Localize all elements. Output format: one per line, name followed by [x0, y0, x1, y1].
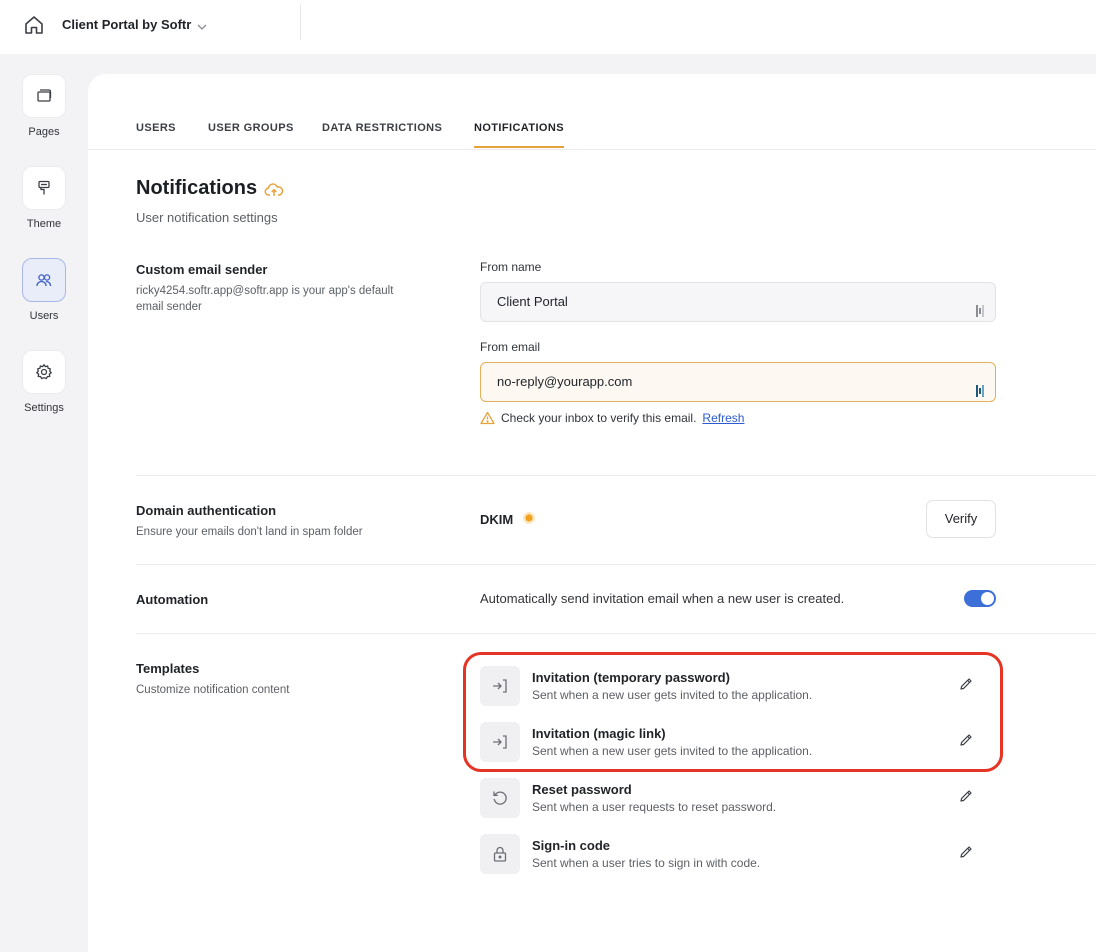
verify-hint: Check your inbox to verify this email. R… [480, 411, 744, 425]
page-title: Notifications [136, 177, 258, 199]
lock-icon [480, 834, 520, 874]
chevron-down-icon[interactable] [196, 20, 208, 32]
rail-item-theme[interactable]: Theme [22, 166, 66, 230]
template-item[interactable]: Reset password Sent when a user requests… [480, 778, 1000, 822]
from-name-value: Client Portal [497, 294, 568, 309]
tab-notifications[interactable]: NOTIFICATIONS [474, 122, 564, 148]
tab-users[interactable]: USERS [136, 122, 176, 148]
warning-icon [480, 411, 495, 425]
rail-label-users: Users [29, 310, 59, 322]
rail-label-pages: Pages [28, 126, 60, 138]
from-name-label: From name [480, 260, 542, 274]
pencil-icon[interactable] [958, 788, 974, 804]
home-icon[interactable] [23, 14, 45, 36]
settings-button[interactable] [22, 350, 66, 394]
domain-auth-title: Domain authentication [136, 503, 277, 518]
pages-icon [37, 89, 52, 102]
top-bar: Client Portal by Softr [0, 0, 1096, 54]
template-title: Sign-in code [532, 838, 610, 853]
reset-icon [480, 778, 520, 818]
divider [136, 564, 1096, 565]
templates-desc: Customize notification content [136, 684, 290, 696]
rail-label-settings: Settings [24, 402, 64, 414]
app-name[interactable]: Client Portal by Softr [62, 17, 191, 32]
from-email-label: From email [480, 340, 541, 354]
password-manager-icon[interactable] [975, 295, 989, 317]
users-icon [36, 274, 52, 287]
automation-text: Automatically send invitation email when… [480, 591, 845, 606]
rail-label-theme: Theme [26, 218, 62, 230]
from-email-value: no-reply@yourapp.com [497, 374, 633, 389]
rail-item-users[interactable]: Users [22, 258, 66, 322]
dkim-status-icon [522, 511, 536, 525]
cloud-upload-icon [264, 180, 284, 200]
password-manager-icon[interactable] [975, 375, 989, 397]
tabs-divider [88, 149, 1096, 150]
paint-roller-icon [38, 180, 50, 195]
tab-user-groups[interactable]: USER GROUPS [208, 122, 294, 148]
main-panel: USERS USER GROUPS DATA RESTRICTIONS NOTI… [88, 74, 1096, 952]
dkim-label: DKIM [480, 512, 514, 527]
toggle-knob [981, 592, 994, 605]
rail-item-pages[interactable]: Pages [22, 74, 66, 138]
divider [136, 633, 1096, 634]
automation-toggle[interactable] [964, 590, 996, 607]
from-email-field[interactable]: no-reply@yourapp.com [480, 362, 996, 402]
tab-data-restrictions[interactable]: DATA RESTRICTIONS [322, 122, 442, 148]
from-name-field[interactable]: Client Portal [480, 282, 996, 322]
pencil-icon[interactable] [958, 844, 974, 860]
custom-sender-desc: ricky4254.softr.app@softr.app is your ap… [136, 285, 394, 313]
templates-title: Templates [136, 661, 200, 676]
verify-hint-text: Check your inbox to verify this email. [501, 411, 697, 425]
custom-sender-title: Custom email sender [136, 262, 268, 277]
rail-item-settings[interactable]: Settings [22, 350, 66, 414]
divider [300, 4, 301, 40]
template-desc: Sent when a user requests to reset passw… [532, 800, 777, 814]
divider [136, 475, 1096, 476]
template-desc: Sent when a user tries to sign in with c… [532, 856, 761, 870]
domain-auth-desc: Ensure your emails don't land in spam fo… [136, 526, 363, 538]
gear-icon [35, 363, 53, 380]
refresh-link[interactable]: Refresh [702, 411, 744, 425]
template-title: Reset password [532, 782, 632, 797]
page-subtitle: User notification settings [136, 210, 278, 225]
verify-button[interactable]: Verify [926, 500, 996, 538]
automation-title: Automation [136, 592, 209, 607]
pages-button[interactable] [22, 74, 66, 118]
users-button[interactable] [22, 258, 66, 302]
highlight-annotation [463, 652, 1003, 772]
template-item[interactable]: Sign-in code Sent when a user tries to s… [480, 834, 1000, 878]
theme-button[interactable] [22, 166, 66, 210]
